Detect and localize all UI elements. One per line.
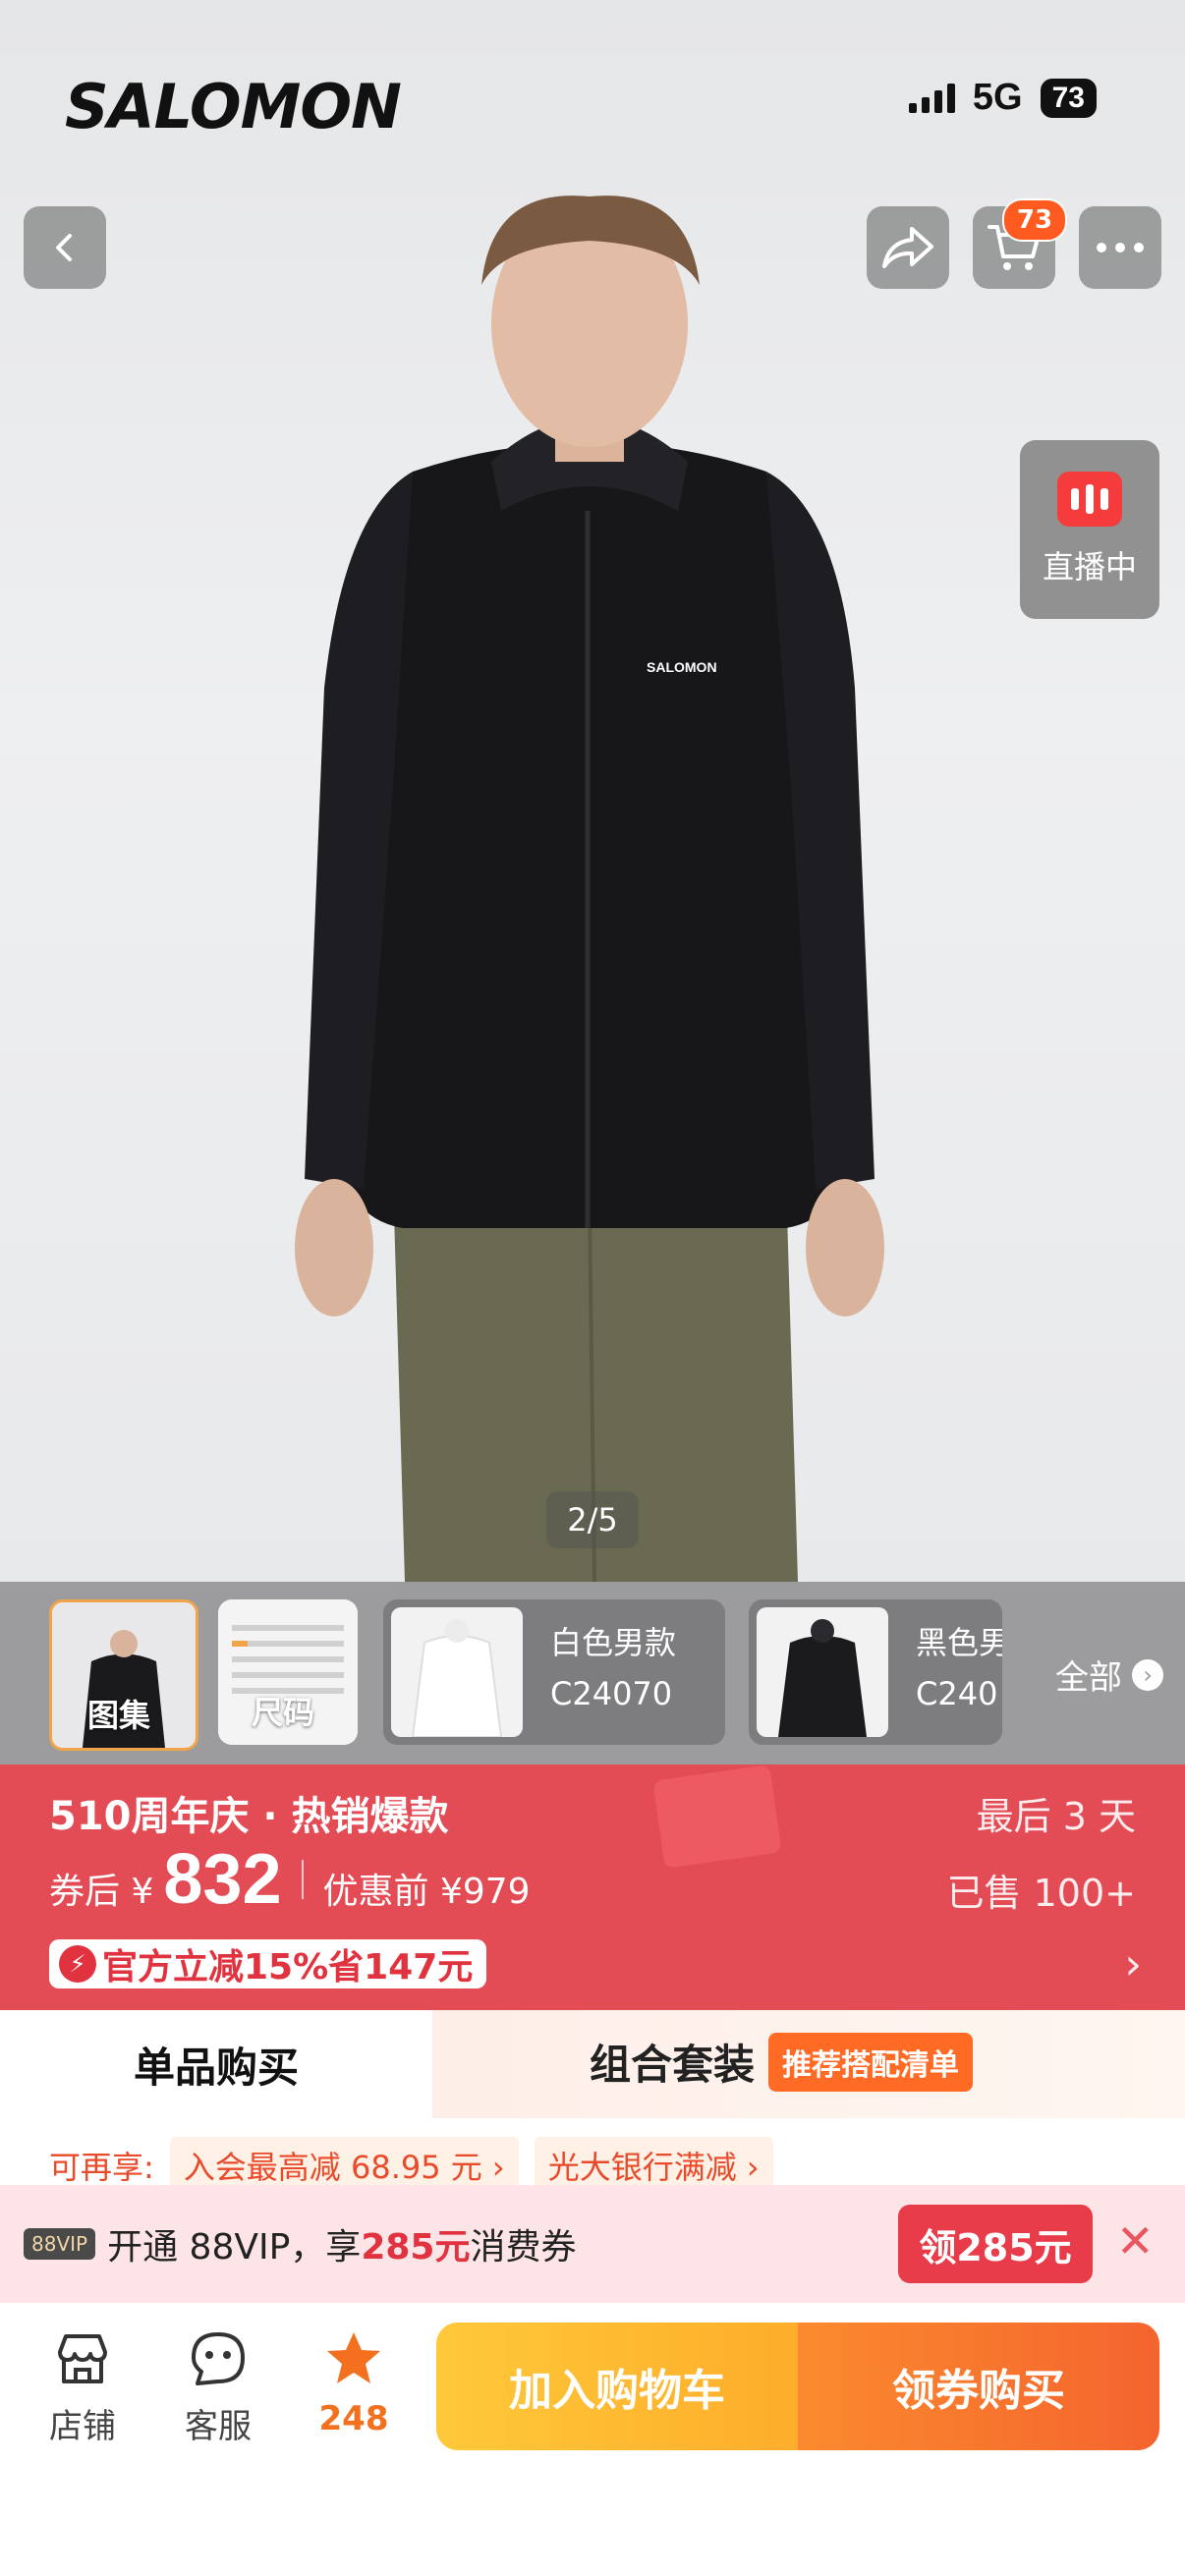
sku-white-code: C24070 <box>550 1675 673 1712</box>
cart-button[interactable]: 73 <box>973 198 1067 289</box>
favorite-button[interactable]: 248 <box>295 2328 413 2438</box>
vip-logo: 88VIP <box>24 2228 96 2260</box>
extra-offers-label: 可再享: <box>49 2149 154 2186</box>
battery-icon: 73 <box>1040 78 1097 118</box>
thumb-gallery[interactable]: 图集 <box>49 1599 198 1751</box>
purchase-buttons: 加入购物车 领券购买 <box>436 2323 1159 2450</box>
share-icon <box>882 227 933 268</box>
signal-icon <box>908 83 955 113</box>
sku-white-men[interactable]: 白色男款 C24070 <box>383 1599 725 1745</box>
chevron-right-icon: › <box>1124 1939 1142 1989</box>
lightning-icon: ⚡ <box>59 1945 96 1983</box>
sku-white-name: 白色男款 <box>550 1624 677 1661</box>
sold-count: 已售 100+ <box>946 1872 1136 1915</box>
thumbnail-strip: 图集 尺码 白色男款 C24070 黑色男 C240 <box>0 1582 1185 1764</box>
tab-bundle-label: 组合套装 <box>590 2041 756 2089</box>
days-left: 最后 3 天 <box>976 1795 1136 1838</box>
chevron-right-icon: › <box>1132 1658 1163 1691</box>
coupon-price: 832 <box>163 1840 282 1919</box>
star-icon <box>327 2332 380 2383</box>
network-label: 5G <box>972 77 1023 118</box>
live-icon <box>1057 472 1122 527</box>
vip-text-suffix: 消费券 <box>470 2227 577 2268</box>
live-label: 直播中 <box>1042 548 1137 586</box>
share-button[interactable] <box>867 206 949 289</box>
claim-coupon-button[interactable]: 领285元 <box>898 2205 1093 2283</box>
svg-text:SALOMON: SALOMON <box>647 659 717 675</box>
recommend-badge[interactable]: 推荐搭配清单 <box>768 2032 974 2092</box>
see-all-label: 全部 <box>1055 1658 1122 1698</box>
close-icon[interactable]: ✕ <box>1116 2214 1155 2268</box>
sku-black-code: C240 <box>916 1675 998 1712</box>
tab-single-purchase[interactable]: 单品购买 <box>0 2010 432 2118</box>
add-to-cart-button[interactable]: 加入购物车 <box>436 2323 798 2450</box>
more-button[interactable] <box>1079 206 1161 289</box>
discount-chip: ⚡ 官方立减15%省147元 <box>49 1939 487 1988</box>
shop-button[interactable]: 店铺 <box>24 2328 141 2447</box>
price-divider <box>301 1860 304 1899</box>
live-stream-button[interactable]: 直播中 <box>1020 440 1159 619</box>
original-price: 优惠前 ¥979 <box>322 1872 531 1912</box>
store-icon <box>58 2334 107 2383</box>
price-promo-section[interactable]: 510周年庆 · 热销爆款 券后 ¥ 832 优惠前 ¥979 ⚡ 官方立减15… <box>0 1764 1185 2010</box>
status-bar: 5G 73 <box>908 77 1097 119</box>
event-title: 510周年庆 · 热销爆款 <box>49 1794 449 1839</box>
sku-black-image <box>757 1607 888 1737</box>
customer-service-button[interactable]: 客服 <box>159 2328 277 2447</box>
thumb-size-label: 尺码 <box>252 1694 315 1731</box>
gallery-page-indicator: 2/5 <box>546 1491 639 1548</box>
white-jacket-image <box>411 1619 503 1738</box>
chevron-left-icon <box>56 234 72 261</box>
sku-black-name: 黑色男 <box>916 1624 1002 1661</box>
purchase-mode-tabs: 单品购买 组合套装 推荐搭配清单 可再享: 入会最高减 68.95 元 › 光大… <box>0 2010 1185 2194</box>
black-jacket-image <box>778 1619 867 1737</box>
more-icon <box>1097 243 1144 252</box>
thumb-size-chart[interactable]: 尺码 <box>218 1599 358 1745</box>
vip-text: 开通 88VIP，享285元消费券 <box>107 2218 576 2269</box>
shop-label: 店铺 <box>49 2407 116 2446</box>
gift-icon <box>652 1764 782 1869</box>
thumb-gallery-label: 图集 <box>87 1697 151 1734</box>
customer-service-icon <box>192 2332 245 2385</box>
vip-amount: 285元 <box>361 2227 471 2268</box>
buy-with-coupon-button[interactable]: 领券购买 <box>798 2323 1159 2450</box>
vip-text-prefix: 开通 88VIP，享 <box>107 2227 362 2268</box>
service-label: 客服 <box>185 2407 252 2446</box>
sku-white-image <box>391 1607 523 1738</box>
discount-text: 官方立减15%省147元 <box>102 1947 474 1988</box>
tab-bundle[interactable]: 组合套装 推荐搭配清单 <box>590 2032 974 2092</box>
price-row: 券后 ¥ 832 优惠前 ¥979 <box>49 1839 531 1920</box>
bottom-action-bar: 店铺 客服 248 加入购物车 领券购买 <box>0 2303 1185 2576</box>
back-button[interactable] <box>24 206 106 289</box>
cart-count-badge: 73 <box>1002 198 1067 242</box>
favorite-count: 248 <box>318 2399 389 2438</box>
coupon-price-label: 券后 ¥ <box>49 1872 154 1912</box>
see-all-button[interactable]: 全部 › <box>1055 1651 1163 1699</box>
sku-black-men[interactable]: 黑色男 C240 <box>749 1599 1002 1745</box>
brand-logo: SALOMON <box>65 71 402 142</box>
